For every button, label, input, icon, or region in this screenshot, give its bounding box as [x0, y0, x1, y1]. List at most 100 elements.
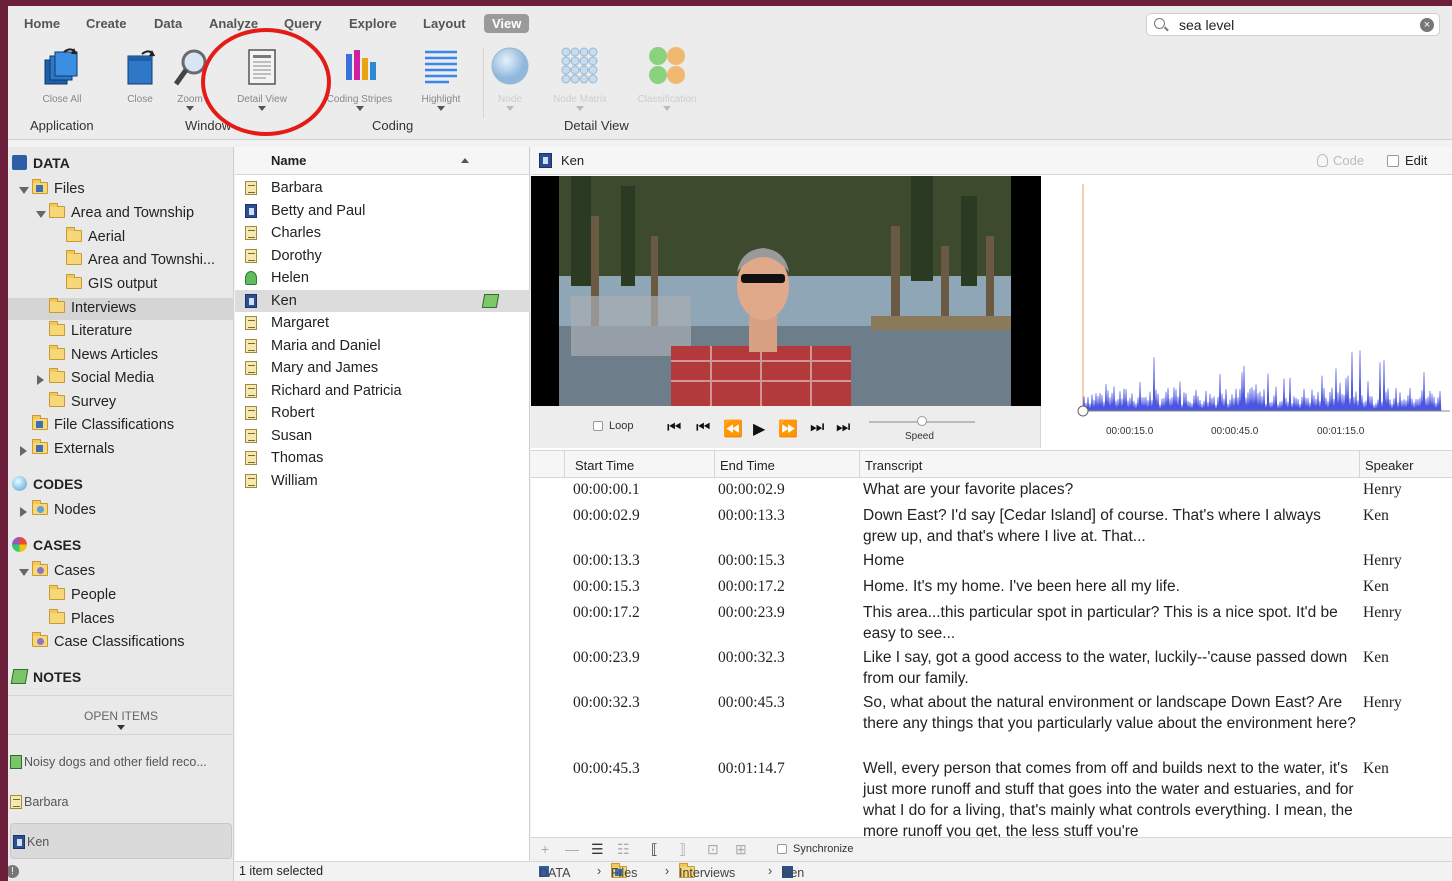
open-item-barbara[interactable]: Barbara	[8, 784, 234, 820]
rewind-button[interactable]: ⏪	[723, 419, 743, 439]
list-item[interactable]: Maria and Daniel	[235, 335, 530, 358]
fast-forward-button[interactable]: ⏩	[778, 419, 798, 439]
column-header-name[interactable]: Name	[235, 147, 529, 175]
synchronize-checkbox[interactable]: Synchronize	[777, 843, 854, 855]
tab-view[interactable]: View	[484, 14, 530, 33]
add-row-button[interactable]: +	[541, 841, 549, 857]
disclosure-triangle-icon[interactable]	[19, 187, 29, 194]
disclosure-triangle-icon[interactable]	[36, 211, 46, 218]
chevron-down-icon[interactable]	[506, 106, 514, 111]
tree-cases[interactable]: Cases	[32, 561, 95, 579]
code-button[interactable]: Code	[1317, 153, 1364, 168]
tree-area-and-township[interactable]: Area and Township	[49, 203, 194, 221]
tree-externals[interactable]: Externals	[32, 439, 114, 457]
merge-icon[interactable]: ⊞	[735, 841, 747, 858]
classification-button[interactable]: Classification	[632, 46, 702, 111]
list-item[interactable]: Betty and Paul	[235, 200, 530, 223]
column-transcript[interactable]: Transcript	[865, 458, 922, 473]
list-item[interactable]: William	[235, 470, 530, 493]
list-item[interactable]: Susan	[235, 425, 530, 448]
checkbox-icon	[593, 421, 603, 431]
list-item[interactable]: Dorothy	[235, 245, 530, 268]
coding-stripes-button[interactable]: Coding Stripes	[322, 46, 397, 111]
tree-interviews[interactable]: Interviews	[49, 298, 136, 316]
info-icon[interactable]: !	[8, 865, 19, 878]
folder-icon	[49, 585, 65, 600]
split-icon[interactable]: ⊡	[707, 841, 719, 858]
chevron-down-icon[interactable]	[437, 106, 445, 111]
transcript-start: 00:00:32.3	[573, 694, 640, 711]
node-matrix-button[interactable]: Node Matrix	[545, 46, 615, 111]
chevron-down-icon[interactable]	[663, 106, 671, 111]
chevron-down-icon[interactable]	[355, 106, 364, 111]
list-item[interactable]: Charles	[235, 222, 530, 245]
edit-checkbox[interactable]: Edit	[1387, 153, 1427, 168]
tab-home[interactable]: Home	[24, 16, 60, 31]
skip-to-end-button[interactable]: ⏭	[836, 419, 850, 437]
open-items-toggle[interactable]: OPEN ITEMS	[8, 695, 234, 735]
tab-query[interactable]: Query	[284, 16, 322, 31]
disclosure-triangle-icon[interactable]	[20, 446, 27, 456]
list-item[interactable]: Helen	[235, 267, 530, 290]
tab-data[interactable]: Data	[154, 16, 182, 31]
tree-survey[interactable]: Survey	[49, 392, 116, 410]
open-item-ken[interactable]: Ken	[10, 823, 232, 859]
chevron-down-icon[interactable]	[186, 106, 194, 111]
list-item[interactable]: Barbara	[235, 177, 530, 200]
tab-layout[interactable]: Layout	[423, 16, 466, 31]
video-player[interactable]	[531, 176, 1041, 406]
align-icon[interactable]: ☷	[617, 841, 630, 858]
chevron-down-icon[interactable]	[576, 106, 584, 111]
highlight-button[interactable]: Highlight	[406, 46, 476, 111]
tree-news-articles[interactable]: News Articles	[49, 345, 158, 363]
search-input[interactable]: sea level	[1179, 17, 1234, 33]
skip-to-start-button[interactable]: ⏮	[667, 419, 681, 437]
tree-literature[interactable]: Literature	[49, 321, 132, 339]
section-notes[interactable]: NOTES	[10, 669, 81, 685]
clear-icon[interactable]: ×	[1420, 18, 1434, 32]
column-start-time[interactable]: Start Time	[575, 458, 634, 473]
tree-aerial[interactable]: Aerial	[66, 227, 125, 245]
column-end-time[interactable]: End Time	[720, 458, 775, 473]
tree-nodes[interactable]: Nodes	[32, 500, 96, 518]
list-item[interactable]: Margaret	[235, 312, 530, 335]
close-all-button[interactable]: Close All	[27, 46, 97, 105]
tree-places[interactable]: Places	[49, 609, 115, 627]
tree-case-classifications[interactable]: Case Classifications	[32, 632, 185, 650]
list-item[interactable]: Thomas	[235, 447, 530, 470]
disclosure-triangle-icon[interactable]	[20, 507, 27, 517]
folder-icon	[49, 609, 65, 624]
tree-area-and-township-2[interactable]: Area and Townshi...	[66, 250, 215, 268]
tree-file-classifications[interactable]: File Classifications	[32, 415, 174, 433]
column-speaker[interactable]: Speaker	[1365, 458, 1413, 473]
section-data[interactable]: DATA	[12, 155, 70, 171]
disclosure-triangle-icon[interactable]	[19, 569, 29, 576]
tree-social-media[interactable]: Social Media	[49, 368, 154, 386]
search-field[interactable]: sea level ×	[1146, 13, 1440, 36]
previous-button[interactable]: ⏮	[696, 419, 710, 437]
tab-create[interactable]: Create	[86, 16, 126, 31]
list-item[interactable]: Mary and James	[235, 357, 530, 380]
list-item[interactable]: Ken	[235, 289, 530, 312]
tab-explore[interactable]: Explore	[349, 16, 397, 31]
timespan-icon[interactable]: ⟧	[679, 841, 686, 858]
play-button[interactable]: ▶	[753, 419, 765, 439]
open-item-noisy-dogs[interactable]: Noisy dogs and other field reco...	[8, 744, 234, 780]
insert-timespan-icon[interactable]: ⟦	[651, 841, 658, 858]
tree-people[interactable]: People	[49, 585, 116, 603]
tree-files[interactable]: Files	[32, 179, 85, 197]
tree-gis-output[interactable]: GIS output	[66, 274, 157, 292]
loop-checkbox[interactable]: Loop	[593, 420, 633, 432]
next-button[interactable]: ⏭	[810, 419, 824, 437]
list-item[interactable]: Robert	[235, 402, 530, 425]
remove-row-button[interactable]: —	[565, 841, 579, 857]
speed-slider-handle[interactable]	[917, 416, 927, 426]
disclosure-triangle-icon[interactable]	[37, 375, 44, 385]
node-button[interactable]: Node	[475, 46, 545, 111]
folder-icon	[66, 227, 82, 242]
waveform-timeline[interactable]: 00:00:15.0 00:00:45.0 00:01:15.0	[1042, 176, 1452, 448]
align-left-icon[interactable]: ☰	[591, 841, 604, 858]
section-cases[interactable]: CASES	[12, 537, 81, 553]
list-item[interactable]: Richard and Patricia	[235, 380, 530, 403]
section-codes[interactable]: CODES	[12, 476, 83, 492]
